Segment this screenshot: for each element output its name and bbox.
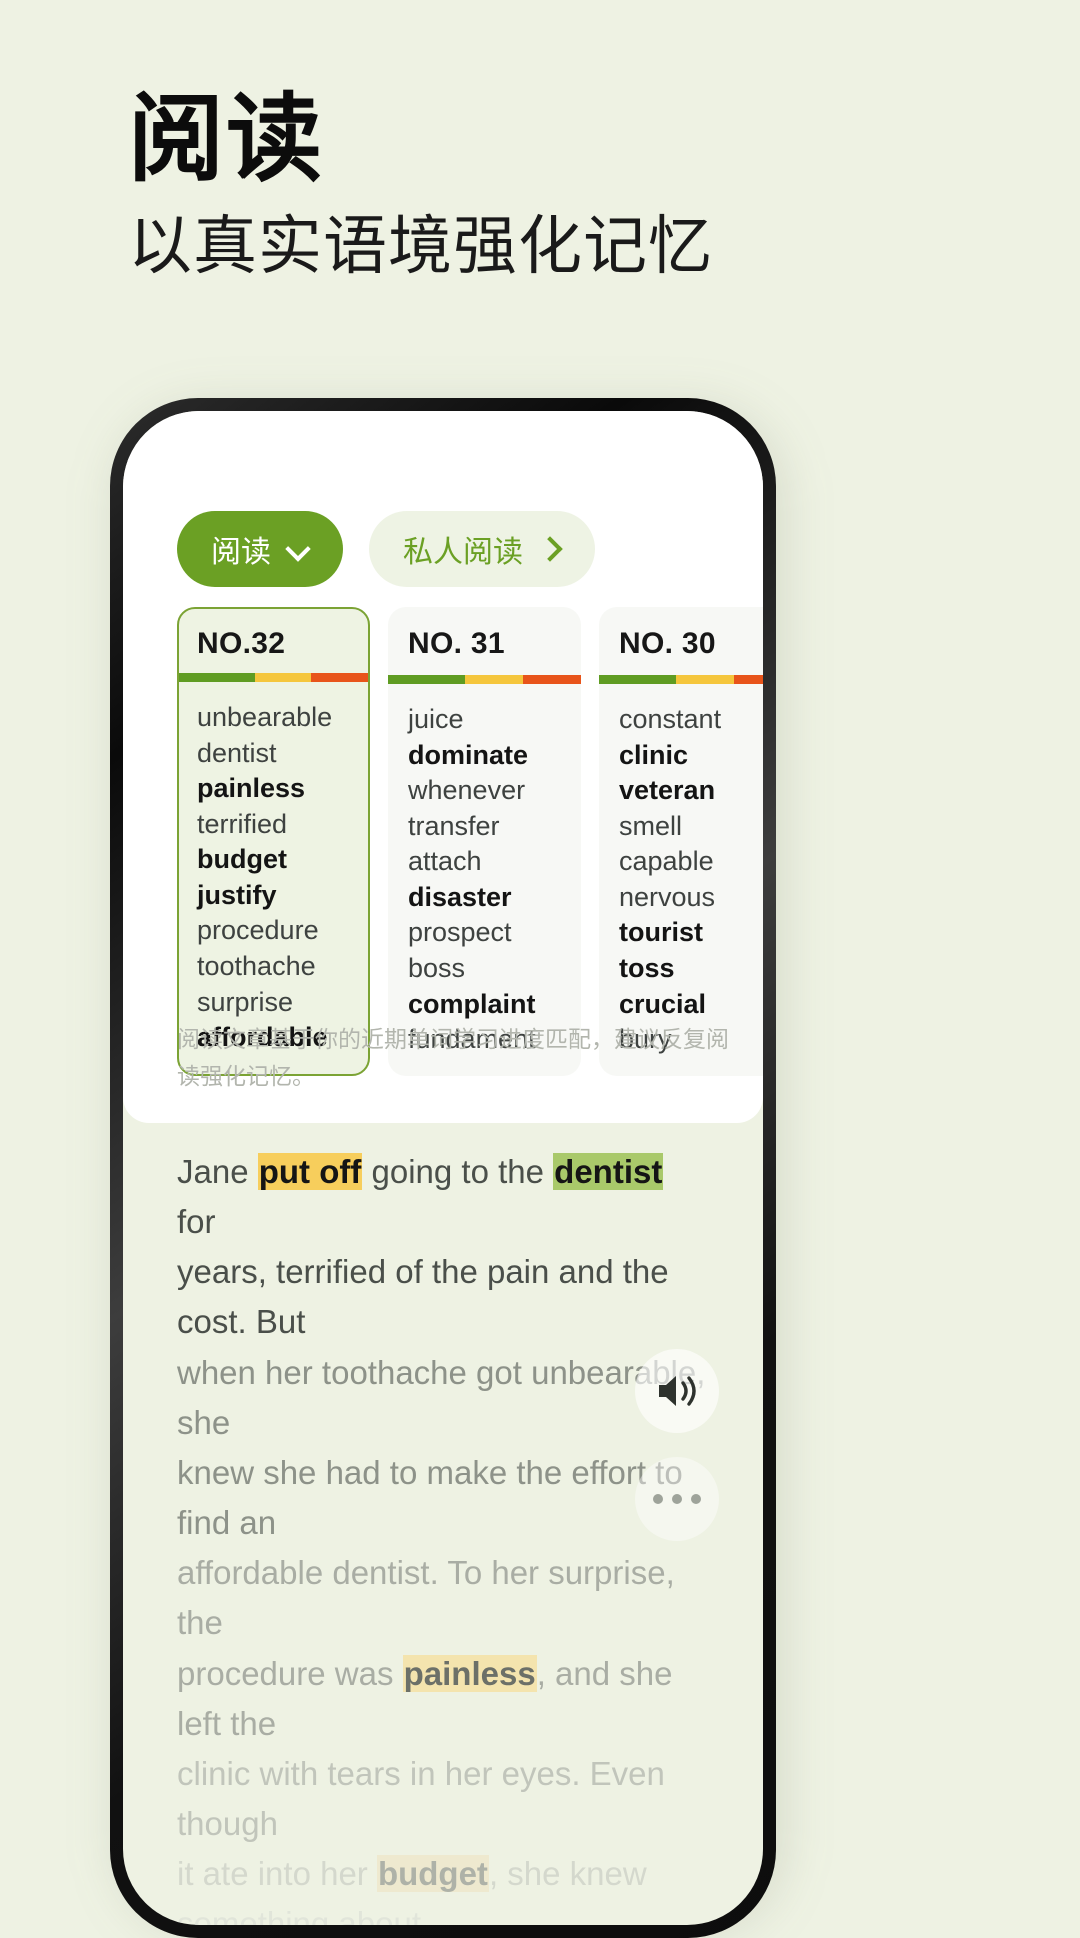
phone-screen: Jane put off going to the dentist for yea… (123, 411, 763, 1925)
word-item[interactable]: veteran (619, 773, 763, 809)
word-item[interactable]: clinic (619, 738, 763, 774)
highlighted-word[interactable]: painless (402, 1654, 537, 1692)
article-text: Jane (177, 1153, 258, 1190)
article-text: going to the (362, 1153, 554, 1190)
word-item[interactable]: transfer (408, 809, 561, 845)
article-text: something about (177, 1905, 422, 1925)
word-item[interactable]: dominate (408, 738, 561, 774)
article-text: knew she had to make the effort to find … (177, 1453, 683, 1542)
word-item[interactable]: toothache (197, 949, 350, 985)
word-item[interactable]: terrified (197, 807, 350, 843)
article-text: clinic with tears in her eyes. Even thou… (177, 1754, 665, 1843)
word-item[interactable]: tourist (619, 915, 763, 951)
article-text: procedure was (177, 1654, 403, 1692)
word-card-list: NO.32 unbearable dentist painless terrified b… (177, 607, 763, 1076)
chevron-right-icon (539, 538, 561, 560)
progress-segment (465, 675, 524, 684)
article-line: it ate into her budget, she knew (177, 1849, 709, 1899)
page-subtitle: 以真实语境强化记忆 (128, 211, 713, 282)
word-card[interactable]: NO. 31 juice dominate whenever transfer attac… (388, 607, 581, 1076)
tab-reading[interactable]: 阅读 (177, 511, 343, 587)
article-text: when her toothache got unbearable, she (177, 1353, 706, 1441)
word-item[interactable]: capable (619, 844, 763, 880)
article-line: Jane put off going to the dentist for (177, 1147, 709, 1247)
article-line: something about (177, 1899, 709, 1925)
word-item[interactable]: disaster (408, 880, 561, 916)
progress-segment (254, 673, 312, 682)
word-item[interactable]: juice (408, 702, 561, 738)
hero-text-block: 阅读 以真实语境强化记忆 (128, 92, 888, 284)
word-item[interactable]: dentist (197, 736, 350, 772)
highlighted-word[interactable]: put off (257, 1153, 363, 1190)
word-item[interactable]: nervous (619, 880, 763, 916)
article-text: it ate into her (177, 1855, 377, 1893)
word-card[interactable]: NO.32 unbearable dentist painless terrified b… (177, 607, 370, 1076)
progress-segment (179, 673, 255, 682)
highlighted-word[interactable]: budget (376, 1855, 489, 1893)
word-card-title: NO. 30 (619, 627, 716, 660)
word-item[interactable]: unbearable (197, 700, 350, 736)
progress-segment (599, 675, 677, 684)
word-item[interactable]: whenever (408, 773, 561, 809)
progress-segment (734, 675, 763, 684)
mode-tabs: 阅读 私人阅读 (177, 511, 595, 587)
progress-bar (179, 673, 368, 682)
article-line: clinic with tears in her eyes. Even thou… (177, 1749, 709, 1849)
word-item[interactable]: boss (408, 951, 561, 987)
tab-label: 私人阅读 (403, 536, 523, 569)
article-text: , she knew (488, 1855, 647, 1893)
tab-private-reading[interactable]: 私人阅读 (369, 511, 595, 587)
tab-label: 阅读 (211, 536, 271, 569)
word-item[interactable]: justify (197, 878, 350, 914)
article-line: procedure was painless, and she left the (177, 1649, 709, 1749)
progress-segment (311, 673, 368, 682)
progress-segment (676, 675, 735, 684)
more-icon (653, 1494, 701, 1504)
article-text: years, terrified of the pain and the cos… (177, 1253, 669, 1341)
article-line: years, terrified of the pain and the cos… (177, 1247, 709, 1347)
speaker-button[interactable] (635, 1349, 719, 1433)
article-text: for (177, 1203, 216, 1241)
speaker-icon (659, 1376, 696, 1406)
word-list: juice dominate whenever transfer attach disas… (388, 684, 581, 1058)
info-note: 阅读文章基于你的近期单词学习进度匹配，建议反复阅读强化记忆。 (177, 1026, 729, 1089)
word-item[interactable]: complaint (408, 987, 561, 1023)
word-item[interactable]: surprise (197, 985, 350, 1021)
progress-bar (599, 675, 763, 684)
article-line: when her toothache got unbearable, she (177, 1348, 709, 1448)
article-text: affordable dentist. To her surprise, the (177, 1554, 675, 1642)
word-list: constant clinic veteran smell capable nervous… (599, 684, 763, 1058)
word-item[interactable]: toss (619, 951, 763, 987)
more-options-button[interactable] (635, 1457, 719, 1541)
word-item[interactable]: procedure (197, 913, 350, 949)
article-line: affordable dentist. To her surprise, the (177, 1548, 709, 1648)
chevron-down-icon (287, 538, 309, 560)
progress-segment (388, 675, 466, 684)
word-item[interactable]: painless (197, 771, 350, 807)
page-title: 阅读 (128, 86, 324, 193)
word-item[interactable]: crucial (619, 987, 763, 1023)
word-item[interactable]: prospect (408, 915, 561, 951)
word-card-title: NO. 31 (408, 627, 505, 660)
progress-bar (388, 675, 581, 684)
word-item[interactable]: smell (619, 809, 763, 845)
word-card-title: NO.32 (197, 627, 286, 660)
highlighted-word[interactable]: dentist (553, 1153, 664, 1190)
article-line: knew she had to make the effort to find … (177, 1448, 709, 1548)
word-list: unbearable dentist painless terrified budget… (179, 682, 368, 1056)
phone-frame: Jane put off going to the dentist for yea… (110, 398, 776, 1938)
progress-segment (523, 675, 581, 684)
word-card[interactable]: NO. 30 constant clinic veteran smell capable n… (599, 607, 763, 1076)
word-item[interactable]: constant (619, 702, 763, 738)
word-item[interactable]: attach (408, 844, 561, 880)
word-item[interactable]: budget (197, 842, 350, 878)
